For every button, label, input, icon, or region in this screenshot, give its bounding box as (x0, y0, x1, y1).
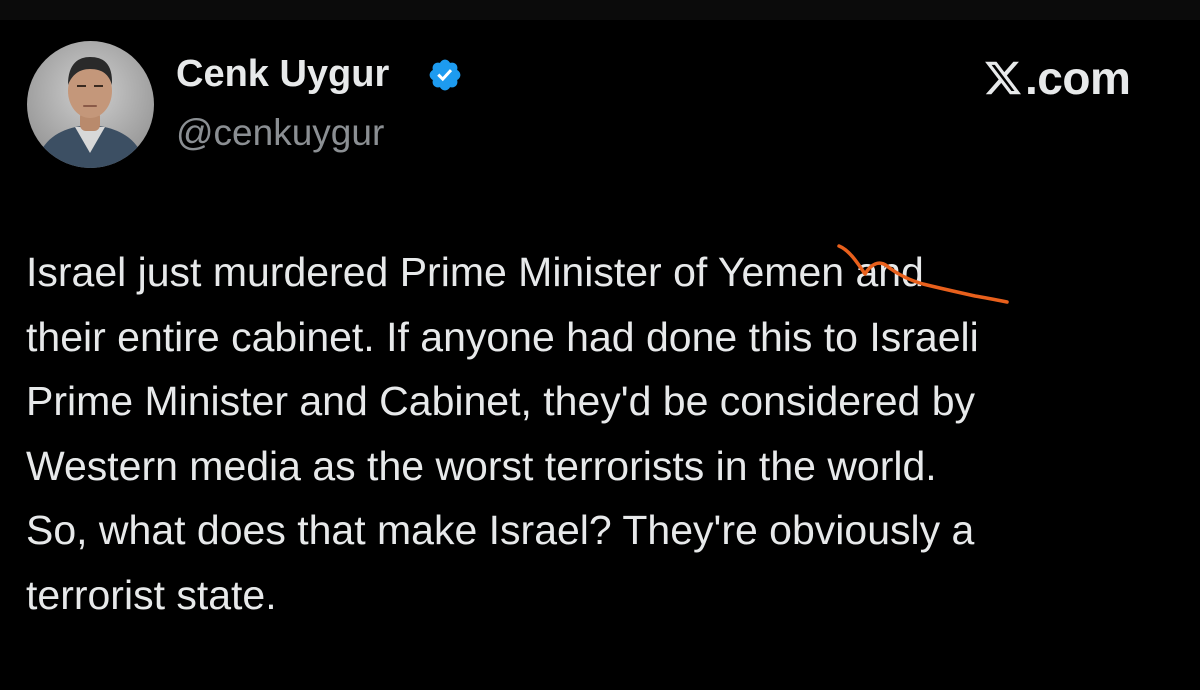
avatar[interactable] (27, 41, 154, 168)
x-logo-icon (985, 61, 1022, 95)
avatar-photo (35, 57, 146, 168)
brand-watermark: .com (983, 52, 1131, 104)
tweet-line: their entire cabinet. If anyone had done… (26, 313, 979, 360)
tweet-line: Western media as the worst terrorists in… (26, 442, 937, 489)
tweet-line: Israel just murdered Prime Minister of Y… (26, 249, 924, 295)
tweet-body: Israel just murdered Prime Minister of Y… (26, 240, 1186, 627)
tweet-line: Prime Minister and Cabinet, they'd be co… (26, 378, 976, 424)
tweet-card: Cenk Uygur @cenkuygur .com Israel just m… (0, 0, 1200, 690)
verified-badge-icon (429, 59, 461, 91)
tweet-line: So, what does that make Israel? They're … (26, 507, 975, 553)
author-handle[interactable]: @cenkuygur (176, 111, 384, 155)
brand-domain-text: .com (1025, 52, 1131, 104)
tweet-line: terrorist state. (26, 571, 277, 618)
author-display-name[interactable]: Cenk Uygur (176, 52, 389, 96)
top-edge (0, 0, 1200, 20)
